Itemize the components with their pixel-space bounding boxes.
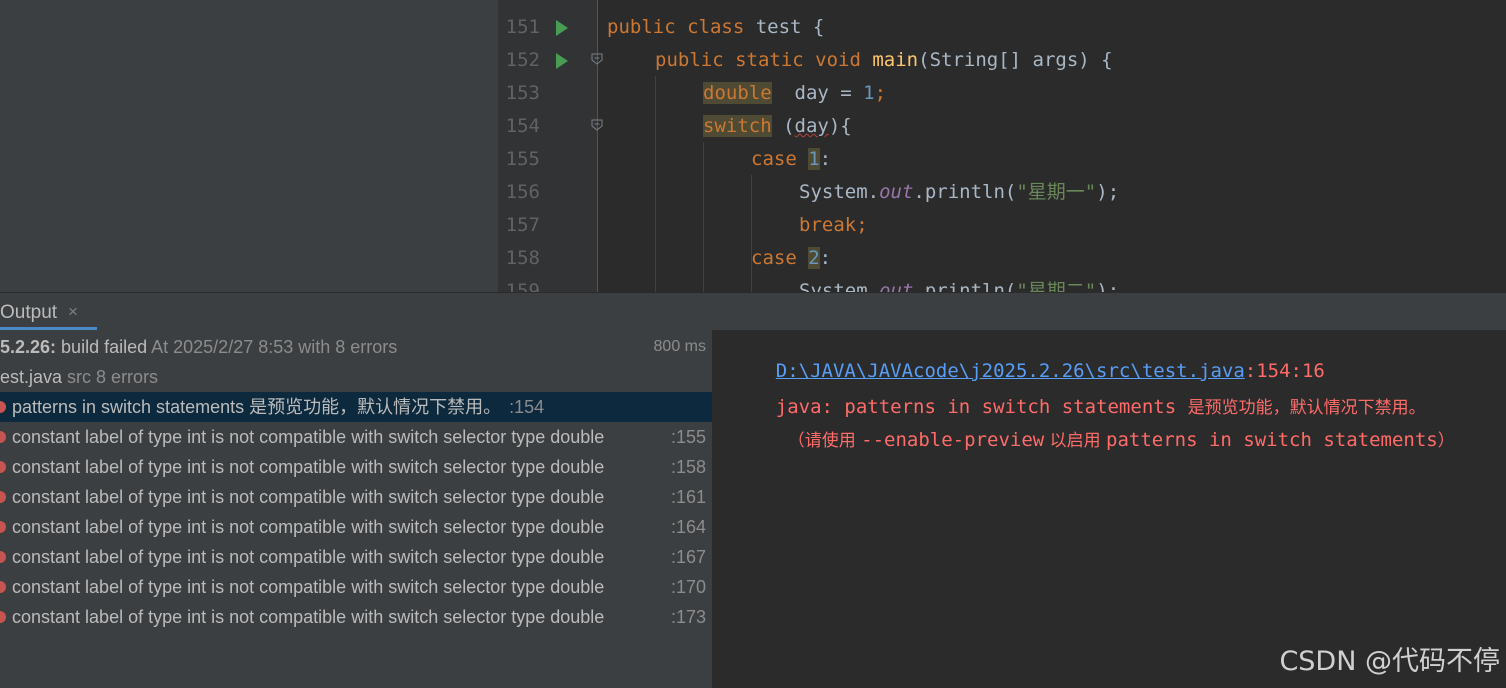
build-version: 5.2.26: <box>0 337 57 357</box>
error-icon <box>0 611 6 623</box>
file-name: est.java <box>0 367 63 387</box>
static-field: out <box>879 280 914 292</box>
error-variable: day <box>794 115 829 137</box>
code-text: .println( <box>913 280 1017 292</box>
code-text: .println( <box>913 181 1017 203</box>
hint-flag: --enable-preview <box>861 429 1045 451</box>
code-line-159[interactable]: System.out.println("星期二"); <box>498 275 1506 292</box>
error-row[interactable]: constant label of type int is not compat… <box>0 422 712 452</box>
code-line-154[interactable]: switch (day){ <box>498 110 1506 143</box>
error-row[interactable]: constant label of type int is not compat… <box>0 452 712 482</box>
number-literal: 2 <box>808 247 820 269</box>
error-message: constant label of type int is not compat… <box>12 577 605 597</box>
error-line-ref: :173 <box>670 607 706 627</box>
code-line-155[interactable]: case 1: <box>498 143 1506 176</box>
error-icon <box>0 401 6 413</box>
code-line-151[interactable]: public class test { <box>498 11 1506 44</box>
code-text: : <box>819 148 832 170</box>
error-line-ref: :170 <box>670 577 706 597</box>
code-text: test { <box>744 16 825 38</box>
number-literal: 1 <box>808 148 820 170</box>
tool-window-tabbar <box>0 292 1506 331</box>
keyword: public class <box>607 16 745 38</box>
code-editor[interactable]: 151 152 153 154 155 156 157 158 159 public class… <box>498 0 1506 292</box>
project-pane <box>0 0 498 292</box>
code-text: System. <box>799 280 880 292</box>
build-duration: 800 ms <box>653 338 706 355</box>
error-row[interactable]: constant label of type int is not compat… <box>0 602 712 632</box>
code-text: (String[] args) { <box>918 49 1113 71</box>
error-row[interactable]: constant label of type int is not compat… <box>0 482 712 512</box>
code-line-158[interactable]: case 2: <box>498 242 1506 275</box>
code-text: System. <box>799 181 880 203</box>
watermark: CSDN @代码不停 <box>1279 646 1500 677</box>
error-icon <box>0 581 6 593</box>
error-message: constant label of type int is not compat… <box>12 517 605 537</box>
error-row[interactable]: constant label of type int is not compat… <box>0 512 712 542</box>
error-detail-pane[interactable]: D:\JAVA\JAVAcode\j2025.2.26\src\test.jav… <box>712 330 1506 688</box>
method-name: main <box>872 49 919 71</box>
error-row[interactable]: constant label of type int is not compat… <box>0 572 712 602</box>
build-tree[interactable]: 5.2.26: build failed At 2025/2/27 8:53 w… <box>0 330 712 688</box>
error-icon <box>0 551 6 563</box>
code-text: : <box>819 247 832 269</box>
code-line-156[interactable]: System.out.println("星期一"); <box>498 176 1506 209</box>
error-line-ref: :161 <box>670 487 706 507</box>
error-message: constant label of type int is not compat… <box>12 547 605 567</box>
code-text: ( <box>771 115 795 137</box>
keyword: double <box>703 82 772 104</box>
keyword: switch <box>703 115 772 137</box>
hint-text: （请使用 <box>787 431 862 451</box>
error-hint-line: （请使用 --enable-preview 以启用 patterns in sw… <box>742 404 1455 473</box>
hint-text: ） <box>1437 431 1455 451</box>
keyword: case <box>751 148 797 170</box>
close-icon[interactable]: × <box>68 302 78 322</box>
build-summary-row[interactable]: 5.2.26: build failed At 2025/2/27 8:53 w… <box>0 332 712 362</box>
error-icon <box>0 431 6 443</box>
code-text: day = <box>771 82 864 104</box>
build-detail: At 2025/2/27 8:53 with 8 errors <box>147 337 398 357</box>
hint-feature: patterns in switch statements <box>1106 429 1438 451</box>
hint-text: 以启用 <box>1044 431 1107 451</box>
error-message: constant label of type int is not compat… <box>12 487 605 507</box>
code-text: ); <box>1096 181 1120 203</box>
error-line-ref: :167 <box>670 547 706 567</box>
code-line-153[interactable]: double day = 1; <box>498 77 1506 110</box>
error-message: constant label of type int is not compat… <box>12 427 605 447</box>
code-text: ){ <box>828 115 852 137</box>
build-status: build failed <box>56 337 148 357</box>
string-literal: "星期二" <box>1016 280 1097 292</box>
error-icon <box>0 491 6 503</box>
error-row[interactable]: constant label of type int is not compat… <box>0 542 712 572</box>
semicolon: ; <box>874 82 887 104</box>
code-line-157[interactable]: break; <box>498 209 1506 242</box>
code-line-152[interactable]: public static void main(String[] args) { <box>498 44 1506 77</box>
error-icon <box>0 461 6 473</box>
error-line-ref: :164 <box>670 517 706 537</box>
error-icon <box>0 521 6 533</box>
error-message: constant label of type int is not compat… <box>12 607 605 627</box>
keyword: public static void <box>655 49 861 71</box>
tab-output[interactable]: Output <box>0 300 57 330</box>
code-text: ); <box>1096 280 1120 292</box>
error-line-ref: :154 <box>509 397 545 417</box>
error-row[interactable]: patterns in switch statements 是预览功能，默认情况… <box>0 392 712 422</box>
file-detail: src 8 errors <box>62 367 159 387</box>
error-line-ref: :158 <box>670 457 706 477</box>
string-literal: "星期一" <box>1016 181 1097 203</box>
keyword: break; <box>799 214 868 236</box>
error-message: patterns in switch statements 是预览功能，默认情况… <box>12 397 502 417</box>
static-field: out <box>879 181 914 203</box>
file-row[interactable]: est.java src 8 errors <box>0 362 712 392</box>
keyword: case <box>751 247 797 269</box>
number-literal: 1 <box>863 82 875 104</box>
error-message: constant label of type int is not compat… <box>12 457 605 477</box>
error-line-ref: :155 <box>670 427 706 447</box>
